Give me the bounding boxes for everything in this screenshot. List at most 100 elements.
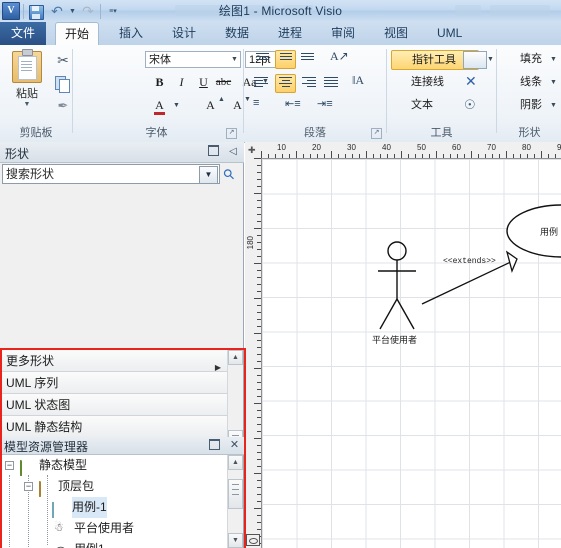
stencil-item-uml-static-structure[interactable]: UML 静态结构 bbox=[0, 416, 229, 438]
line-button[interactable]: 线条 bbox=[501, 73, 542, 92]
paste-button[interactable]: 粘贴 ▼ bbox=[6, 49, 48, 121]
ruler-tick bbox=[464, 154, 465, 158]
model-scroll-thumb[interactable] bbox=[228, 479, 243, 509]
tree-node-top-package[interactable]: − 顶层包 bbox=[0, 476, 228, 497]
decrease-indent-icon[interactable]: ⇤≡ bbox=[285, 97, 301, 110]
align-middle-button[interactable] bbox=[275, 50, 296, 69]
fill-button[interactable]: 填充 bbox=[501, 50, 542, 69]
search-icon[interactable]: ⚲ bbox=[219, 165, 238, 184]
align-top-button[interactable] bbox=[253, 51, 272, 68]
bold-button[interactable]: B bbox=[150, 73, 169, 92]
strikethrough-button[interactable]: abc bbox=[214, 73, 233, 92]
model-explorer-panel: 模型资源管理器 ✕ − 静态模型 − 顶层包 用例-1 ☃ 平台使用者 ▲ ▼ bbox=[0, 437, 244, 548]
model-scrollbar[interactable]: ▲ ▼ bbox=[227, 455, 243, 548]
tree-label-4: 平台使用者 bbox=[74, 521, 135, 535]
scroll-up-icon[interactable]: ▲ bbox=[228, 350, 243, 365]
shadow-button[interactable]: 阴影 bbox=[501, 96, 542, 115]
text-tool-button[interactable]: 文本 bbox=[391, 96, 433, 115]
close-tool-icon[interactable]: ✕ bbox=[465, 73, 477, 90]
tree-node-actor[interactable]: ☃ 平台使用者 bbox=[0, 518, 228, 539]
font-name-input[interactable]: 宋体 bbox=[145, 51, 241, 68]
drawing-canvas[interactable]: ✚ 10 20 30 40 50 60 70 80 90 180 bbox=[245, 142, 561, 548]
package-folder-icon bbox=[39, 479, 55, 497]
underline-button[interactable]: U bbox=[194, 73, 213, 92]
align-left-button[interactable] bbox=[253, 75, 272, 92]
tab-process[interactable]: 进程 bbox=[269, 22, 311, 45]
ruler-v-label-180: 180 bbox=[246, 236, 255, 250]
font-name-dropdown-icon[interactable]: ▼ bbox=[231, 56, 238, 63]
tab-uml[interactable]: UML bbox=[428, 22, 471, 45]
tab-insert[interactable]: 插入 bbox=[110, 22, 152, 45]
align-center-button[interactable] bbox=[275, 74, 296, 93]
uml-use-case-diagram[interactable] bbox=[262, 159, 561, 548]
use-case-icon: ◯ bbox=[54, 542, 70, 548]
tab-data[interactable]: 数据 bbox=[216, 22, 258, 45]
tree-node-use-case-diagram[interactable]: 用例-1 bbox=[0, 497, 228, 518]
fill-dropdown-icon[interactable]: ▼ bbox=[550, 56, 558, 63]
rectangle-tool-button[interactable] bbox=[463, 51, 487, 69]
copy-button[interactable] bbox=[52, 73, 74, 94]
model-explorer-title: 模型资源管理器 bbox=[4, 440, 89, 454]
ruler-tick bbox=[408, 154, 409, 158]
ruler-h-label-30: 30 bbox=[347, 143, 356, 152]
font-color-button[interactable]: A bbox=[150, 96, 169, 115]
shadow-dropdown-icon[interactable]: ▼ bbox=[550, 102, 558, 109]
search-input[interactable]: 搜索形状 ▼ bbox=[2, 164, 220, 184]
tab-view[interactable]: 视图 bbox=[375, 22, 417, 45]
horizontal-ruler[interactable]: 10 20 30 40 50 60 70 80 90 bbox=[261, 142, 561, 159]
model-close-icon[interactable]: ✕ bbox=[228, 439, 241, 452]
vertical-text-icon[interactable]: ‖A bbox=[352, 73, 364, 88]
stencil-item-more-shapes[interactable]: 更多形状 ▶ bbox=[0, 350, 229, 372]
model-scroll-up-icon[interactable]: ▲ bbox=[228, 455, 243, 470]
restore-icon[interactable] bbox=[206, 145, 220, 159]
tab-home[interactable]: 开始 bbox=[55, 22, 100, 47]
ruler-corner[interactable]: ✚ bbox=[245, 142, 262, 159]
increase-indent-icon[interactable]: ⇥≡ bbox=[317, 97, 333, 110]
stencil-item-uml-statechart[interactable]: UML 状态图 bbox=[0, 394, 229, 416]
ruler-tick bbox=[457, 154, 458, 158]
tab-file[interactable]: 文件 bbox=[0, 22, 46, 45]
pencil-tool-icon[interactable]: ☉ bbox=[464, 97, 476, 113]
italic-button[interactable]: I bbox=[172, 73, 191, 92]
font-dialog-launcher[interactable]: ↗ bbox=[226, 128, 237, 139]
page-corner-marker[interactable] bbox=[246, 534, 260, 546]
ruler-tick-v bbox=[254, 158, 261, 159]
paragraph-dialog-launcher[interactable]: ↗ bbox=[371, 128, 382, 139]
ruler-tick-v bbox=[257, 452, 261, 453]
tab-review[interactable]: 审阅 bbox=[322, 22, 364, 45]
cut-button[interactable]: ✂ bbox=[52, 50, 74, 71]
expander-icon[interactable]: − bbox=[5, 461, 14, 470]
justify-button[interactable] bbox=[321, 75, 340, 92]
model-restore-icon[interactable] bbox=[208, 439, 221, 452]
bullets-icon[interactable]: ≡ bbox=[253, 97, 259, 109]
format-painter-button[interactable]: ✒ bbox=[52, 96, 74, 117]
drawing-page[interactable]: 平台使用者 <<extends>> 用例 bbox=[262, 159, 561, 548]
tab-design[interactable]: 设计 bbox=[163, 22, 205, 45]
search-dropdown-icon[interactable]: ▼ bbox=[199, 166, 218, 184]
align-bottom-button[interactable] bbox=[298, 51, 317, 68]
ruler-tick bbox=[366, 151, 367, 158]
tree-node-static-model[interactable]: − 静态模型 bbox=[0, 455, 228, 476]
connector-tool-button[interactable]: 连接线 bbox=[391, 73, 444, 92]
tree-label-5: 用例1 bbox=[74, 539, 105, 548]
expander-icon-2[interactable]: − bbox=[24, 482, 33, 491]
paste-dropdown-icon[interactable]: ▼ bbox=[6, 101, 48, 108]
stencil-item-uml-sequence[interactable]: UML 序列 bbox=[0, 372, 229, 394]
ruler-tick-v bbox=[257, 375, 261, 376]
rectangle-tool-dropdown-icon[interactable]: ▼ bbox=[487, 56, 494, 63]
ruler-tick-v bbox=[257, 431, 261, 432]
ruler-tick bbox=[527, 154, 528, 158]
ruler-tick bbox=[520, 154, 521, 158]
model-scroll-down-icon[interactable]: ▼ bbox=[228, 533, 243, 548]
ruler-tick-v bbox=[257, 312, 261, 313]
collapse-icon[interactable]: ◁ bbox=[226, 145, 240, 159]
ruler-tick-v bbox=[257, 256, 261, 257]
text-direction-icon[interactable]: A↗ bbox=[330, 49, 349, 64]
line-dropdown-icon[interactable]: ▼ bbox=[550, 79, 558, 86]
ruler-h-label-60: 60 bbox=[452, 143, 461, 152]
ribbon: 粘贴 ▼ ✂ ✒ 剪贴板 宋体 ▼ 12pt ▼ B I U abc Aa ▼ … bbox=[0, 45, 561, 143]
tree-node-use-case[interactable]: ◯ 用例1 bbox=[0, 539, 228, 548]
vertical-ruler[interactable]: 180 bbox=[245, 158, 262, 548]
ruler-tick-v bbox=[257, 424, 261, 425]
align-right-button[interactable] bbox=[298, 75, 317, 92]
